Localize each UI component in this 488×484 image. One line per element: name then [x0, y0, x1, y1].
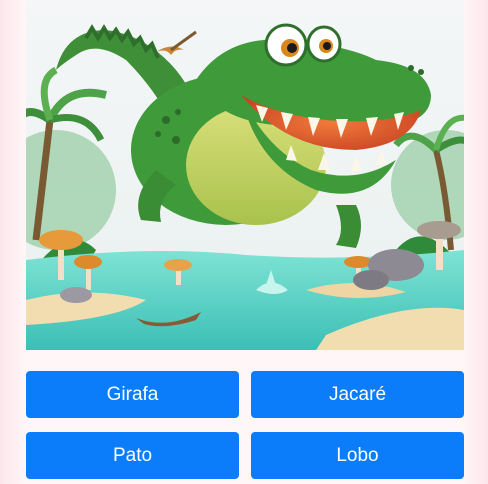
answer-option-lobo[interactable]: Lobo [251, 432, 464, 479]
quiz-page: Girafa Jacaré Pato Lobo [0, 0, 488, 484]
answer-option-pato[interactable]: Pato [26, 432, 239, 479]
answer-option-jacare[interactable]: Jacaré [251, 371, 464, 418]
answer-options: Girafa Jacaré Pato Lobo [26, 371, 464, 480]
question-image [26, 0, 464, 350]
answer-option-girafa[interactable]: Girafa [26, 371, 239, 418]
